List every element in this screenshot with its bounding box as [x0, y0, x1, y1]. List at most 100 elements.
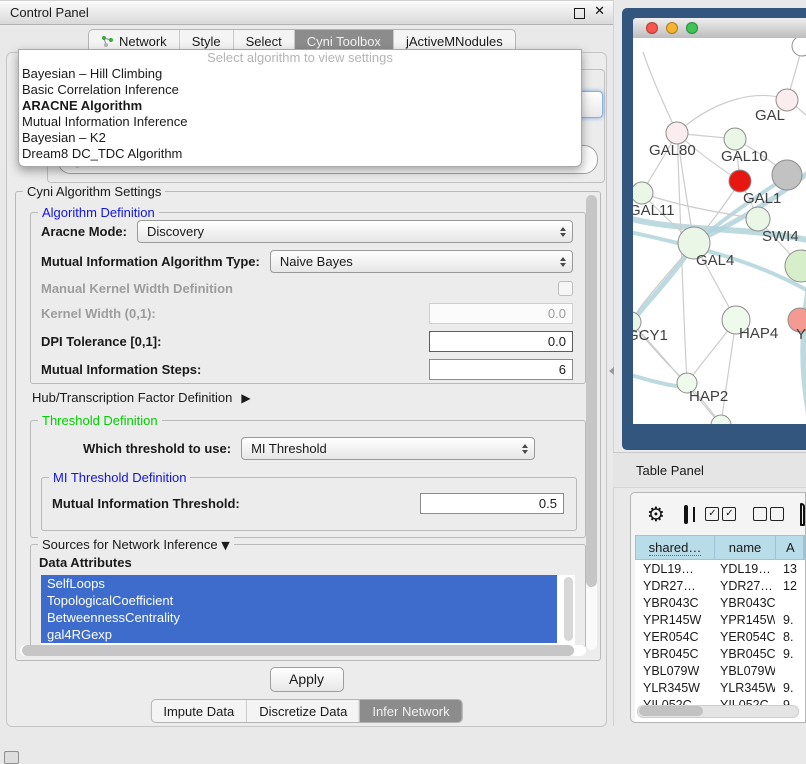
aracne-mode-combo[interactable]: Discovery [137, 220, 573, 243]
close-icon[interactable]: ✕ [594, 4, 605, 19]
dropdown-item[interactable]: Bayesian – K2 [19, 130, 581, 146]
table-cell: YBR045C [635, 647, 714, 661]
dropdown-item[interactable]: ARACNE Algorithm [19, 98, 581, 114]
zoom-traffic-button[interactable] [686, 22, 698, 34]
tab-impute-data[interactable]: Impute Data [151, 700, 246, 722]
table-cell: YBR045C [714, 647, 775, 661]
node-label: SWI4 [762, 228, 799, 245]
table-column-header[interactable]: A [776, 536, 804, 559]
attribute-list-item[interactable]: BetweennessCentrality [41, 609, 557, 626]
node-label: GCY1 [633, 327, 668, 344]
data-attributes-label: Data Attributes [39, 555, 132, 570]
threshold-definition-title: Threshold Definition [38, 413, 162, 428]
kernel-width-label: Kernel Width (0,1): [41, 306, 156, 321]
table-cell: YPR145W [714, 613, 775, 627]
table-row[interactable]: YLR345WYLR345W9. [635, 679, 805, 696]
table-cell: 9. [775, 647, 805, 661]
which-threshold-combo[interactable]: MI Threshold [241, 437, 535, 460]
dropdown-item[interactable]: Bayesian – Hill Climbing [19, 66, 581, 82]
combo-arrows-icon [552, 227, 566, 237]
attribute-list-item[interactable]: TopologicalCoefficient [41, 592, 557, 609]
table-cell: 13 [775, 562, 805, 576]
table-body: YDL19…YDL19…13YDR27…YDR27…12YBR043CYBR04… [635, 560, 805, 713]
table-row[interactable]: YBR043CYBR043C [635, 594, 805, 611]
mi-type-combo[interactable]: Naive Bayes [270, 250, 573, 273]
table-cell: YBR043C [635, 596, 714, 610]
select-all-checkboxes[interactable]: ✓ ✓ [705, 507, 736, 521]
list-scrollbar[interactable] [564, 577, 573, 641]
network-icon [101, 35, 114, 48]
table-row[interactable]: YDL19…YDL19…13 [635, 560, 805, 577]
mi-threshold-field[interactable]: 0.5 [420, 493, 564, 514]
minimize-traffic-button[interactable] [666, 22, 678, 34]
data-attributes-list[interactable]: SelfLoopsTopologicalCoefficientBetweenne… [41, 575, 575, 645]
panel-splitter-arrow[interactable] [609, 367, 614, 375]
node-label: GAL11 [633, 202, 675, 219]
algorithm-dropdown-list: Bayesian – Hill ClimbingBasic Correlatio… [19, 66, 581, 162]
control-panel-title: Control Panel [0, 5, 89, 20]
node-label: GAL10 [721, 148, 768, 165]
mi-steps-field[interactable]: 6 [429, 359, 573, 380]
export-table-icon[interactable] [800, 503, 805, 526]
hub-definition-label: Hub/Transcription Factor Definition [32, 390, 232, 405]
table-cell: 9. [775, 681, 805, 695]
dpi-tolerance-field[interactable]: 0.0 [429, 331, 573, 352]
table-cell: YDR27… [714, 579, 775, 593]
columns-icon[interactable] [684, 505, 689, 524]
attribute-list-item[interactable]: gal4RGexp [41, 626, 557, 643]
table-row[interactable]: YBL079WYBL079W [635, 662, 805, 679]
network-node[interactable] [724, 128, 746, 150]
close-traffic-button[interactable] [646, 22, 658, 34]
table-panel-title: Table Panel [613, 463, 704, 478]
dropdown-item[interactable]: Basic Correlation Inference [19, 82, 581, 98]
table-column-header[interactable]: shared… [636, 536, 715, 559]
tab-infer-network[interactable]: Infer Network [359, 700, 461, 722]
which-threshold-value: MI Threshold [251, 441, 327, 456]
collapsed-panel-icon[interactable] [4, 751, 19, 764]
settings-group-title: Cyni Algorithm Settings [23, 184, 165, 199]
table-row[interactable]: YDR27…YDR27…12 [635, 577, 805, 594]
network-node[interactable] [785, 250, 806, 282]
kernel-width-field: 0.0 [429, 303, 573, 324]
which-threshold-label: Which threshold to use: [83, 441, 231, 456]
table-column-header[interactable]: name [715, 536, 776, 559]
attribute-list-item[interactable]: SelfLoops [41, 575, 557, 592]
network-node[interactable] [729, 170, 751, 192]
table-horizontal-scrollbar[interactable] [637, 705, 799, 718]
settings-horizontal-scrollbar[interactable] [20, 645, 586, 656]
control-panel-window: Control Panel ✕ Network Style Select Cyn… [0, 0, 614, 726]
table-cell: YER054C [635, 630, 714, 644]
float-button[interactable] [574, 8, 585, 19]
gear-icon[interactable]: ⚙ [647, 502, 665, 526]
hub-definition-toggle[interactable]: Hub/Transcription Factor Definition ▶ [32, 390, 251, 405]
table-toolbar: ⚙ ✓ ✓ [631, 493, 805, 535]
tab-discretize-data[interactable]: Discretize Data [246, 700, 359, 722]
table-row[interactable]: YBR045CYBR045C9. [635, 645, 805, 662]
dropdown-item[interactable]: Dream8 DC_TDC Algorithm [19, 146, 581, 162]
table-cell: YLR345W [714, 681, 775, 695]
settings-vertical-scrollbar[interactable] [586, 195, 597, 650]
dpi-tolerance-label: DPI Tolerance [0,1]: [41, 334, 161, 349]
manual-kernel-checkbox[interactable] [558, 281, 573, 296]
bottom-tabbar: Impute Data Discretize Data Infer Networ… [150, 699, 462, 723]
table-panel-bar: Table Panel [613, 452, 806, 488]
unchecked-checkbox-icon [753, 507, 767, 521]
caret-down-icon[interactable]: ▼ [221, 539, 229, 552]
apply-button[interactable]: Apply [270, 667, 344, 692]
network-node[interactable] [772, 160, 802, 190]
network-canvas[interactable]: GALGAL80GAL10GAL1GAL11SWI4GAL4HAP4YGCY1H… [633, 38, 806, 424]
mi-type-value: Naive Bayes [280, 254, 353, 269]
network-node[interactable] [633, 182, 653, 204]
dropdown-item[interactable]: Mutual Information Inference [19, 114, 581, 130]
table-row[interactable]: YER054CYER054C8. [635, 628, 805, 645]
deselect-all-checkboxes[interactable] [753, 507, 784, 521]
algorithm-definition-title: Algorithm Definition [38, 205, 159, 220]
network-node[interactable] [792, 38, 806, 56]
table-cell: YBL079W [635, 664, 714, 678]
network-node[interactable] [666, 122, 688, 144]
tab-label: Style [192, 34, 221, 49]
algorithm-dropdown-popup: Select algorithm to view settings Bayesi… [18, 49, 582, 167]
node-label: Y [796, 326, 806, 343]
aracne-mode-label: Aracne Mode: [41, 224, 127, 239]
table-row[interactable]: YPR145WYPR145W9. [635, 611, 805, 628]
